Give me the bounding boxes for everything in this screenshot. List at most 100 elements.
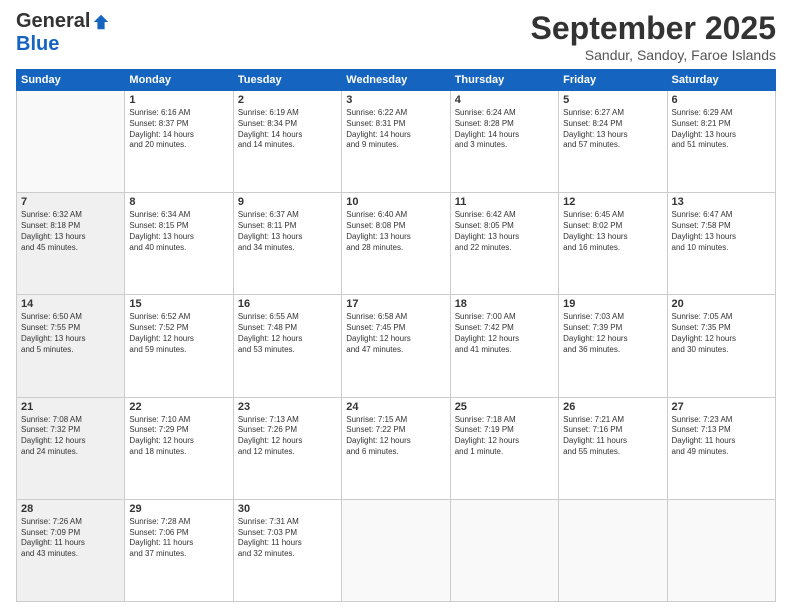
calendar-day-cell: 24 Sunrise: 7:15 AM Sunset: 7:22 PM Dayli… (342, 397, 450, 499)
calendar-day-cell: 30 Sunrise: 7:31 AM Sunset: 7:03 PM Dayli… (233, 499, 341, 601)
calendar-header-sunday: Sunday (17, 70, 125, 91)
title-block: September 2025 Sandur, Sandoy, Faroe Isl… (531, 10, 776, 63)
calendar-day-cell (450, 499, 558, 601)
day-number: 12 (563, 196, 662, 208)
day-number: 9 (238, 196, 337, 208)
calendar-day-cell: 18 Sunrise: 7:00 AM Sunset: 7:42 PM Dayli… (450, 295, 558, 397)
day-number: 6 (672, 94, 771, 106)
day-info: Sunrise: 7:18 AM Sunset: 7:19 PM Dayligh… (455, 415, 554, 458)
day-info: Sunrise: 7:15 AM Sunset: 7:22 PM Dayligh… (346, 415, 445, 458)
day-number: 29 (129, 503, 228, 515)
day-info: Sunrise: 6:55 AM Sunset: 7:48 PM Dayligh… (238, 312, 337, 355)
day-number: 13 (672, 196, 771, 208)
calendar-day-cell: 19 Sunrise: 7:03 AM Sunset: 7:39 PM Dayli… (559, 295, 667, 397)
day-info: Sunrise: 7:28 AM Sunset: 7:06 PM Dayligh… (129, 517, 228, 560)
day-info: Sunrise: 7:03 AM Sunset: 7:39 PM Dayligh… (563, 312, 662, 355)
day-info: Sunrise: 7:26 AM Sunset: 7:09 PM Dayligh… (21, 517, 120, 560)
calendar-day-cell: 14Sunrise: 6:50 AM Sunset: 7:55 PM Dayli… (17, 295, 125, 397)
day-info: Sunrise: 7:23 AM Sunset: 7:13 PM Dayligh… (672, 415, 771, 458)
calendar-day-cell: 26 Sunrise: 7:21 AM Sunset: 7:16 PM Dayli… (559, 397, 667, 499)
calendar-day-cell (559, 499, 667, 601)
day-number: 10 (346, 196, 445, 208)
calendar-day-cell: 16 Sunrise: 6:55 AM Sunset: 7:48 PM Dayli… (233, 295, 341, 397)
calendar-day-cell: 13 Sunrise: 6:47 AM Sunset: 7:58 PM Dayli… (667, 193, 775, 295)
logo-blue-text: Blue (16, 33, 59, 55)
day-number: 20 (672, 298, 771, 310)
day-info: Sunrise: 6:24 AM Sunset: 8:28 PM Dayligh… (455, 108, 554, 151)
day-info: Sunrise: 7:10 AM Sunset: 7:29 PM Dayligh… (129, 415, 228, 458)
day-number: 26 (563, 401, 662, 413)
location-title: Sandur, Sandoy, Faroe Islands (531, 47, 776, 63)
day-number: 17 (346, 298, 445, 310)
day-info: Sunrise: 6:19 AM Sunset: 8:34 PM Dayligh… (238, 108, 337, 151)
calendar-day-cell: 9Sunrise: 6:37 AM Sunset: 8:11 PM Daylig… (233, 193, 341, 295)
day-number: 28 (21, 503, 120, 515)
calendar-day-cell: 5 Sunrise: 6:27 AM Sunset: 8:24 PM Daylig… (559, 91, 667, 193)
calendar-day-cell: 25 Sunrise: 7:18 AM Sunset: 7:19 PM Dayli… (450, 397, 558, 499)
calendar-day-cell: 1 Sunrise: 6:16 AM Sunset: 8:37 PM Daylig… (125, 91, 233, 193)
calendar-day-cell: 2Sunrise: 6:19 AM Sunset: 8:34 PM Daylig… (233, 91, 341, 193)
calendar-header-row: SundayMondayTuesdayWednesdayThursdayFrid… (17, 70, 776, 91)
day-number: 30 (238, 503, 337, 515)
day-number: 16 (238, 298, 337, 310)
day-number: 4 (455, 94, 554, 106)
day-info: Sunrise: 6:58 AM Sunset: 7:45 PM Dayligh… (346, 312, 445, 355)
month-title: September 2025 (531, 10, 776, 47)
day-info: Sunrise: 6:45 AM Sunset: 8:02 PM Dayligh… (563, 210, 662, 253)
day-number: 22 (129, 401, 228, 413)
day-info: Sunrise: 7:13 AM Sunset: 7:26 PM Dayligh… (238, 415, 337, 458)
day-number: 11 (455, 196, 554, 208)
calendar-day-cell: 6 Sunrise: 6:29 AM Sunset: 8:21 PM Daylig… (667, 91, 775, 193)
day-number: 1 (129, 94, 228, 106)
day-number: 25 (455, 401, 554, 413)
calendar-day-cell: 11Sunrise: 6:42 AM Sunset: 8:05 PM Dayli… (450, 193, 558, 295)
calendar-day-cell: 29 Sunrise: 7:28 AM Sunset: 7:06 PM Dayli… (125, 499, 233, 601)
logo-icon (92, 13, 110, 31)
day-info: Sunrise: 6:27 AM Sunset: 8:24 PM Dayligh… (563, 108, 662, 151)
day-number: 21 (21, 401, 120, 413)
calendar-day-cell (342, 499, 450, 601)
day-info: Sunrise: 6:52 AM Sunset: 7:52 PM Dayligh… (129, 312, 228, 355)
calendar-day-cell: 21 Sunrise: 7:08 AM Sunset: 7:32 PM Dayli… (17, 397, 125, 499)
calendar-day-cell: 27 Sunrise: 7:23 AM Sunset: 7:13 PM Dayli… (667, 397, 775, 499)
day-info: Sunrise: 6:16 AM Sunset: 8:37 PM Dayligh… (129, 108, 228, 151)
day-number: 5 (563, 94, 662, 106)
day-info: Sunrise: 7:31 AM Sunset: 7:03 PM Dayligh… (238, 517, 337, 560)
day-info: Sunrise: 7:00 AM Sunset: 7:42 PM Dayligh… (455, 312, 554, 355)
calendar-day-cell: 28 Sunrise: 7:26 AM Sunset: 7:09 PM Dayli… (17, 499, 125, 601)
header: General Blue September 2025 Sandur, Sand… (16, 10, 776, 63)
day-number: 23 (238, 401, 337, 413)
calendar-day-cell: 22 Sunrise: 7:10 AM Sunset: 7:29 PM Dayli… (125, 397, 233, 499)
day-number: 18 (455, 298, 554, 310)
day-info: Sunrise: 7:08 AM Sunset: 7:32 PM Dayligh… (21, 415, 120, 458)
day-number: 24 (346, 401, 445, 413)
calendar-header-tuesday: Tuesday (233, 70, 341, 91)
calendar-day-cell: 3Sunrise: 6:22 AM Sunset: 8:31 PM Daylig… (342, 91, 450, 193)
day-info: Sunrise: 6:47 AM Sunset: 7:58 PM Dayligh… (672, 210, 771, 253)
day-info: Sunrise: 7:05 AM Sunset: 7:35 PM Dayligh… (672, 312, 771, 355)
day-info: Sunrise: 7:21 AM Sunset: 7:16 PM Dayligh… (563, 415, 662, 458)
calendar-day-cell (17, 91, 125, 193)
calendar-day-cell: 23 Sunrise: 7:13 AM Sunset: 7:26 PM Dayli… (233, 397, 341, 499)
calendar-header-saturday: Saturday (667, 70, 775, 91)
day-info: Sunrise: 6:50 AM Sunset: 7:55 PM Dayligh… (21, 312, 120, 355)
calendar: SundayMondayTuesdayWednesdayThursdayFrid… (16, 69, 776, 602)
logo: General Blue (16, 10, 110, 56)
calendar-header-thursday: Thursday (450, 70, 558, 91)
calendar-week-row: 14Sunrise: 6:50 AM Sunset: 7:55 PM Dayli… (17, 295, 776, 397)
calendar-header-friday: Friday (559, 70, 667, 91)
calendar-week-row: 28 Sunrise: 7:26 AM Sunset: 7:09 PM Dayli… (17, 499, 776, 601)
day-number: 27 (672, 401, 771, 413)
calendar-header-monday: Monday (125, 70, 233, 91)
day-info: Sunrise: 6:22 AM Sunset: 8:31 PM Dayligh… (346, 108, 445, 151)
day-info: Sunrise: 6:29 AM Sunset: 8:21 PM Dayligh… (672, 108, 771, 151)
day-number: 7 (21, 196, 120, 208)
calendar-day-cell: 15 Sunrise: 6:52 AM Sunset: 7:52 PM Dayli… (125, 295, 233, 397)
day-info: Sunrise: 6:34 AM Sunset: 8:15 PM Dayligh… (129, 210, 228, 253)
calendar-day-cell: 8Sunrise: 6:34 AM Sunset: 8:15 PM Daylig… (125, 193, 233, 295)
day-info: Sunrise: 6:40 AM Sunset: 8:08 PM Dayligh… (346, 210, 445, 253)
day-number: 19 (563, 298, 662, 310)
calendar-week-row: 7Sunrise: 6:32 AM Sunset: 8:18 PM Daylig… (17, 193, 776, 295)
logo-general-text: General (16, 10, 90, 33)
day-number: 15 (129, 298, 228, 310)
